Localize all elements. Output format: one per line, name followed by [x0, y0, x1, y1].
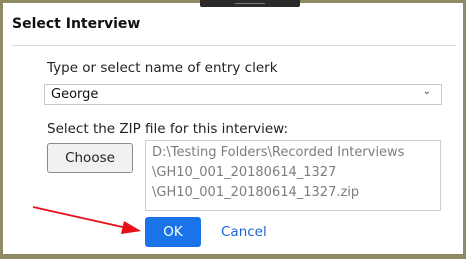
entry-clerk-select[interactable]: George ⌄: [44, 84, 442, 105]
ok-button[interactable]: OK: [145, 217, 201, 247]
zip-path-line: \GH10_001_20180614_1327: [152, 165, 337, 180]
dialog-border-left: [0, 0, 3, 259]
zip-path-line: \GH10_001_20180614_1327.zip: [152, 185, 360, 200]
dialog-border-top: [0, 0, 200, 3]
select-interview-dialog: Select Interview Type or select name of …: [0, 0, 466, 259]
entry-clerk-label: Type or select name of entry clerk: [47, 60, 278, 76]
chevron-down-icon[interactable]: ⌄: [423, 86, 431, 97]
dialog-border-bottom: [0, 254, 466, 259]
zip-file-label: Select the ZIP file for this interview:: [47, 121, 289, 137]
zip-path-line: D:\Testing Folders\Recorded Interviews: [152, 145, 405, 160]
choose-file-button[interactable]: Choose: [47, 143, 133, 173]
grip-icon: [235, 3, 265, 4]
arrow-shaft: [32, 206, 128, 229]
drag-handle[interactable]: [200, 0, 300, 7]
cancel-button[interactable]: Cancel: [221, 224, 267, 240]
title-divider: [12, 45, 456, 46]
dialog-border-top: [300, 0, 466, 3]
entry-clerk-value: George: [51, 87, 99, 102]
zip-path-display: D:\Testing Folders\Recorded Interviews \…: [145, 140, 441, 211]
dialog-title: Select Interview: [12, 16, 141, 32]
arrow-head: [121, 221, 141, 234]
